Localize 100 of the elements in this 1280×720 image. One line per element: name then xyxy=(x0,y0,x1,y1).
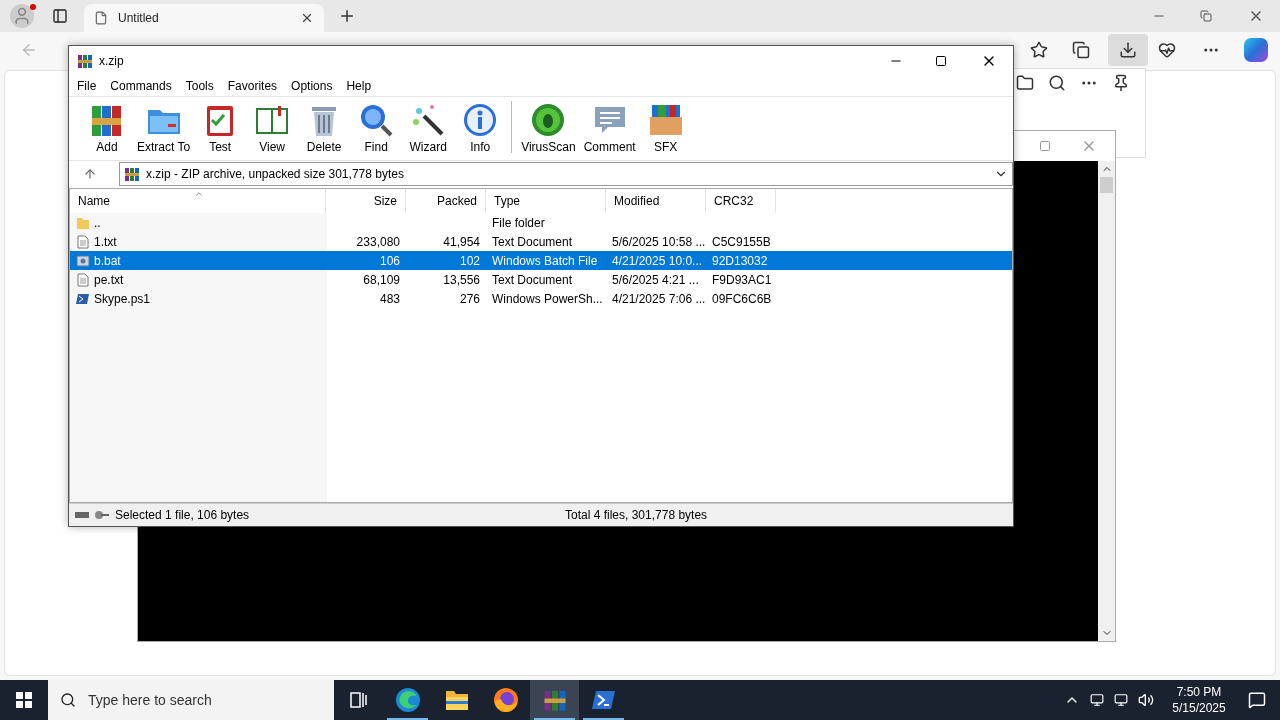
table-cell-text: 5/6/2025 4:21 ... xyxy=(612,271,699,289)
toolbar-button[interactable]: Extract To xyxy=(133,102,195,156)
archive-app-icon xyxy=(77,53,93,69)
window-title: x.zip xyxy=(99,53,124,70)
table-cell-text: Windows Batch File xyxy=(492,252,598,270)
table-cell-text: F9D93AC1 xyxy=(712,271,772,289)
table-cell-text: 68,109 xyxy=(363,271,400,289)
table-cell-text: 13,556 xyxy=(443,271,480,289)
up-icon[interactable] xyxy=(83,166,97,181)
box-icon xyxy=(647,102,684,138)
menu-item[interactable]: File xyxy=(77,77,97,95)
books-icon xyxy=(542,688,567,712)
file-name: 1.txt xyxy=(94,233,117,251)
gear-window-icon xyxy=(76,253,90,268)
file-row[interactable]: 1.txt 233,080 41,954 Text Document 5/6/2025 10:58 ... C5C9155B xyxy=(70,232,1012,251)
menu-item[interactable]: Commands xyxy=(110,77,172,95)
toolbar-button[interactable]: SFX xyxy=(639,102,692,156)
new-tab-icon[interactable] xyxy=(338,7,356,25)
table-cell-text: 276 xyxy=(459,290,480,308)
menu-item[interactable]: Help xyxy=(346,77,372,95)
speaker-icon[interactable] xyxy=(1138,692,1154,708)
folder-icon xyxy=(444,689,469,711)
collections-icon[interactable] xyxy=(1072,41,1090,59)
table-cell-text: 4/21/2025 10:0... xyxy=(612,252,703,270)
file-row[interactable]: pe.txt 68,109 13,556 Text Document 5/6/2025 4:21 ... F9D93AC1 xyxy=(70,270,1012,289)
table-cell-text: 4/21/2025 7:06 ... xyxy=(612,290,706,308)
file-name: pe.txt xyxy=(94,271,124,289)
file-row[interactable]: .. File folder xyxy=(70,213,1012,232)
menu-item[interactable]: Options xyxy=(291,77,333,95)
toolbar-button[interactable]: Info xyxy=(454,102,507,156)
toolbar-button[interactable]: Find xyxy=(350,102,403,156)
table-cell-text: 92D13032 xyxy=(712,252,768,270)
sort-icon xyxy=(194,189,204,199)
toolbar-button[interactable]: Wizard xyxy=(402,102,455,156)
file-name: .. xyxy=(94,214,101,232)
toolbar-button[interactable]: VirusScan xyxy=(517,102,580,156)
menu-item[interactable]: Favorites xyxy=(227,77,278,95)
favorites-icon[interactable] xyxy=(1030,41,1048,59)
restore-icon[interactable] xyxy=(1200,10,1212,22)
close-icon[interactable] xyxy=(300,11,314,25)
table-cell-text: Text Document xyxy=(492,271,573,289)
document-icon xyxy=(76,234,90,249)
drive-key-icon xyxy=(75,510,109,520)
maximize-icon[interactable] xyxy=(935,55,947,67)
toolbar-button[interactable]: Comment xyxy=(579,102,640,156)
table-cell-text: Text Document xyxy=(492,233,573,251)
tab-actions-icon[interactable] xyxy=(52,8,68,24)
heart-pulse-icon[interactable] xyxy=(1158,41,1176,59)
browser-tab[interactable]: Untitled xyxy=(84,4,324,32)
status-text: Total 4 files, 301,778 bytes xyxy=(565,507,709,524)
toolbar-button[interactable]: Delete xyxy=(298,102,351,156)
table-cell-text: C5C9155B xyxy=(712,233,771,251)
page-icon xyxy=(94,11,108,25)
network-icon[interactable] xyxy=(1114,693,1128,707)
monitor-icon[interactable] xyxy=(1090,693,1104,707)
table-cell-text: 41,954 xyxy=(443,233,480,251)
toolbar-button[interactable]: Add xyxy=(81,102,133,156)
column-header[interactable]: Type xyxy=(486,189,606,213)
table-cell-text: 483 xyxy=(379,290,400,308)
pin-icon[interactable] xyxy=(1112,74,1130,92)
copilot-icon[interactable] xyxy=(1244,38,1268,62)
clock-date: 5/15/2025 xyxy=(1172,700,1226,716)
fox-globe-icon xyxy=(492,687,519,713)
profile-icon[interactable] xyxy=(10,4,34,28)
toolbar-button[interactable]: View xyxy=(246,102,299,156)
terminal-icon xyxy=(591,690,616,710)
file-name: Skype.ps1 xyxy=(94,290,151,308)
search-icon xyxy=(60,692,76,708)
document-icon xyxy=(76,272,90,287)
taskbar-app[interactable] xyxy=(530,680,579,720)
scrollbar[interactable] xyxy=(1098,161,1115,641)
windows-logo-icon[interactable] xyxy=(16,692,32,708)
magnifier-icon xyxy=(358,102,395,138)
folder-icon xyxy=(76,215,90,230)
folder-icon[interactable] xyxy=(1016,74,1034,92)
toolbar-button[interactable]: Test xyxy=(194,102,247,156)
books-icon xyxy=(124,165,140,182)
column-header[interactable]: Modified xyxy=(606,189,706,213)
search-field[interactable]: Type here to search xyxy=(48,680,334,720)
column-header[interactable]: CRC32 xyxy=(706,189,776,213)
search-icon[interactable] xyxy=(1048,74,1066,92)
path-combobox[interactable]: x.zip - ZIP archive, unpacked size 301,778 bytes xyxy=(119,161,1013,186)
scroll-thumb[interactable] xyxy=(1100,177,1113,193)
menu-item[interactable]: Tools xyxy=(185,77,214,95)
file-name: b.bat xyxy=(94,252,121,270)
file-row[interactable]: b.bat 106 102 Windows Batch File 4/21/2025 10:0... 92D13032 xyxy=(70,251,1012,270)
table-cell-text: 09FC6C6B xyxy=(712,290,772,308)
status-text: Selected 1 file, 106 bytes xyxy=(115,507,251,524)
table-cell-text: 102 xyxy=(459,252,480,270)
info-icon xyxy=(462,102,499,138)
column-header[interactable]: Name xyxy=(70,189,326,213)
file-row[interactable]: Skype.ps1 483 276 Windows PowerSh... 4/21/2025 7:06 ... 09FC6C6B xyxy=(70,289,1012,308)
table-cell-text: 233,080 xyxy=(356,233,400,251)
downloads-button[interactable] xyxy=(1108,34,1148,66)
column-header[interactable]: Size xyxy=(326,189,406,213)
terminal-icon xyxy=(76,291,90,306)
notifications-icon[interactable] xyxy=(1248,691,1266,709)
download-icon xyxy=(1119,41,1137,59)
column-header[interactable]: Packed xyxy=(406,189,486,213)
bug-icon xyxy=(530,102,567,138)
